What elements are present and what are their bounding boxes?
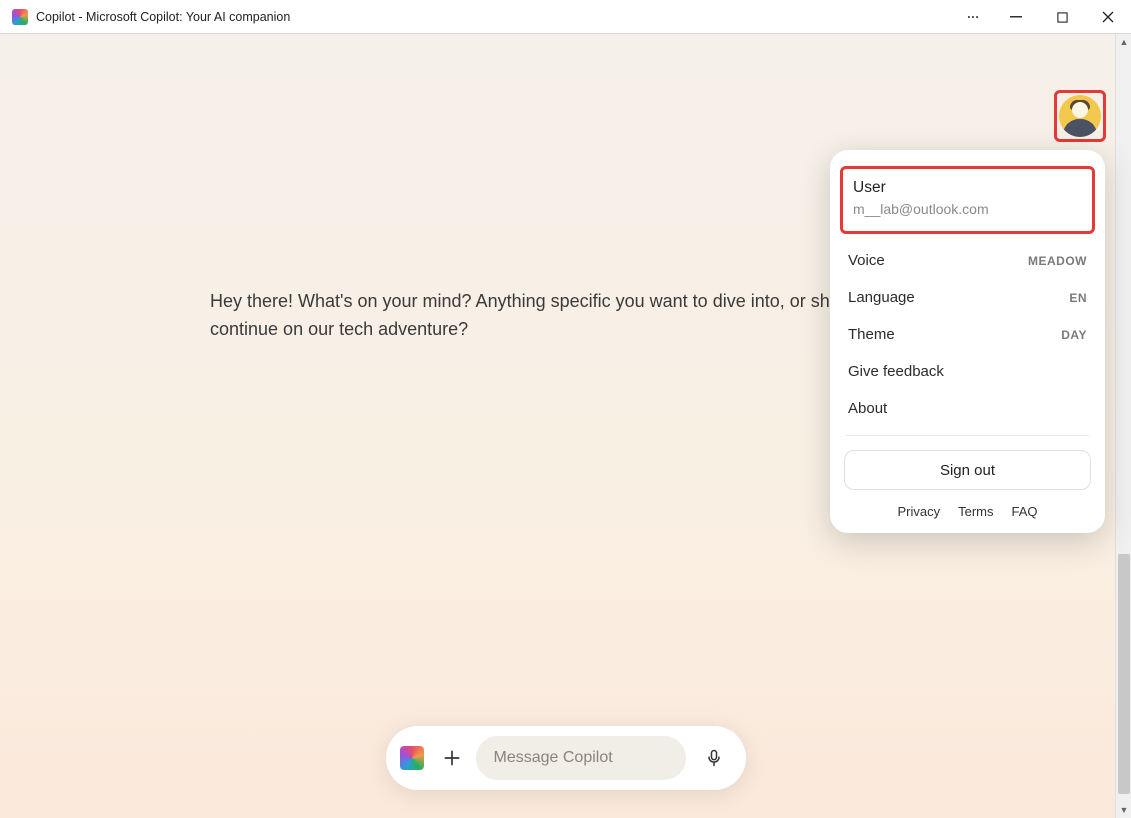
maximize-icon	[1057, 12, 1068, 23]
vertical-scrollbar[interactable]: ▲ ▼	[1115, 34, 1131, 818]
message-composer	[386, 726, 746, 790]
window-title: Copilot - Microsoft Copilot: Your AI com…	[36, 10, 290, 24]
profile-user-email: m__lab@outlook.com	[853, 201, 1082, 217]
add-button[interactable]	[438, 744, 466, 772]
menu-item-label: About	[848, 400, 887, 417]
profile-avatar-button[interactable]	[1054, 90, 1106, 142]
menu-item-label: Language	[848, 289, 915, 306]
ellipsis-icon	[966, 10, 980, 24]
copilot-logo-button[interactable]	[400, 746, 424, 770]
link-faq[interactable]: FAQ	[1012, 504, 1038, 519]
profile-menu-links: Privacy Terms FAQ	[830, 500, 1105, 519]
window-close-button[interactable]	[1085, 0, 1131, 34]
profile-user-name: User	[853, 179, 1082, 197]
menu-item-value: DAY	[1061, 328, 1087, 342]
divider	[846, 435, 1089, 436]
titlebar-more-button[interactable]	[953, 0, 993, 34]
assistant-message: Hey there! What's on your mind? Anything…	[210, 288, 910, 344]
link-privacy[interactable]: Privacy	[897, 504, 940, 519]
menu-item-feedback[interactable]: Give feedback	[830, 353, 1105, 390]
profile-menu-panel: User m__lab@outlook.com Voice MEADOW Lan…	[830, 150, 1105, 533]
message-input-wrap[interactable]	[476, 736, 686, 780]
avatar-icon	[1059, 95, 1101, 137]
menu-item-theme[interactable]: Theme DAY	[830, 316, 1105, 353]
link-terms[interactable]: Terms	[958, 504, 993, 519]
menu-item-value: EN	[1069, 291, 1087, 305]
scroll-up-icon[interactable]: ▲	[1116, 34, 1131, 50]
microphone-icon	[704, 748, 724, 768]
close-icon	[1102, 11, 1114, 23]
plus-icon	[442, 748, 462, 768]
app-surface: ▲ ▼ Hey there! What's on your mind? Anyt…	[0, 34, 1131, 818]
minimize-icon	[1010, 11, 1022, 23]
menu-item-label: Voice	[848, 252, 885, 269]
menu-item-label: Theme	[848, 326, 895, 343]
menu-item-about[interactable]: About	[830, 390, 1105, 427]
window-minimize-button[interactable]	[993, 0, 1039, 34]
window-titlebar: Copilot - Microsoft Copilot: Your AI com…	[0, 0, 1131, 34]
menu-item-voice[interactable]: Voice MEADOW	[830, 242, 1105, 279]
menu-item-language[interactable]: Language EN	[830, 279, 1105, 316]
profile-menu-user[interactable]: User m__lab@outlook.com	[840, 166, 1095, 234]
message-input[interactable]	[494, 749, 668, 767]
app-icon	[12, 9, 28, 25]
sign-out-button[interactable]: Sign out	[844, 450, 1091, 490]
menu-item-label: Give feedback	[848, 363, 944, 380]
scroll-thumb[interactable]	[1118, 554, 1130, 794]
menu-item-value: MEADOW	[1028, 254, 1087, 268]
window-maximize-button[interactable]	[1039, 0, 1085, 34]
scroll-down-icon[interactable]: ▼	[1116, 802, 1131, 818]
voice-input-button[interactable]	[696, 740, 732, 776]
